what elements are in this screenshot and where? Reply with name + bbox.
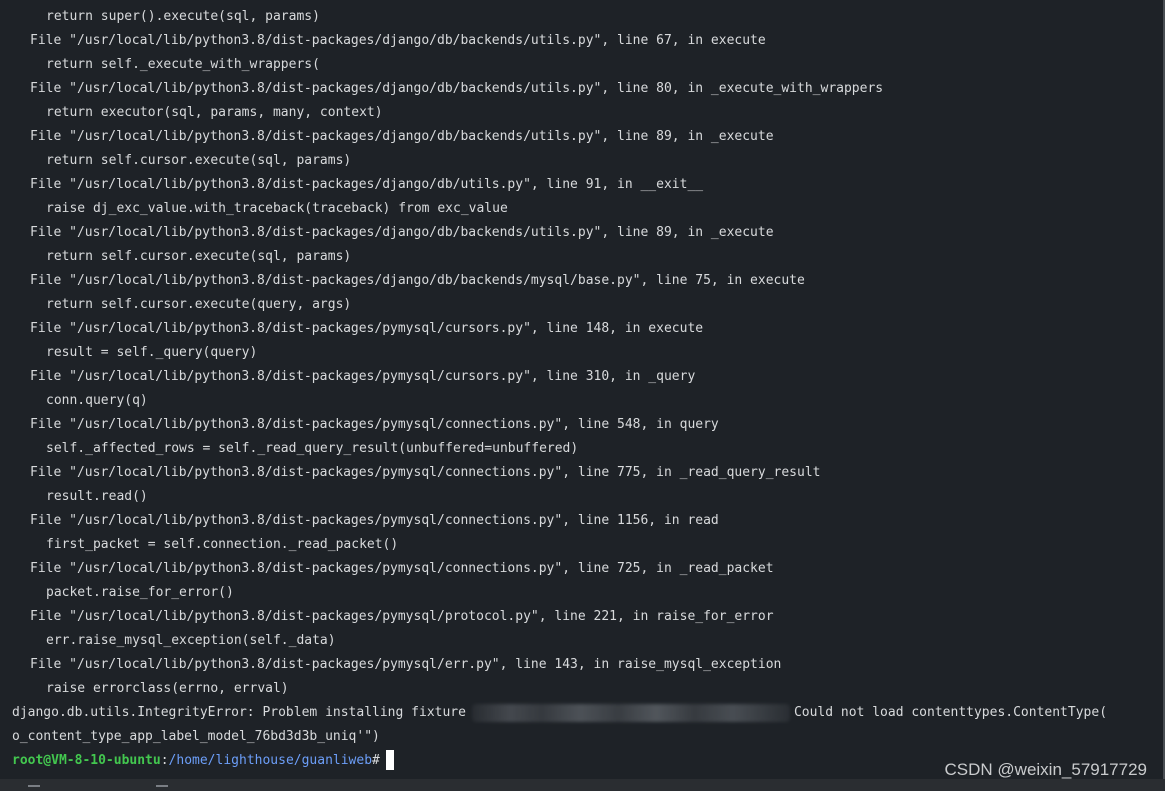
traceback-line: raise errorclass(errno, errval) — [46, 681, 289, 696]
traceback-line: File "/usr/local/lib/python3.8/dist-pack… — [30, 417, 719, 432]
traceback-line: File "/usr/local/lib/python3.8/dist-pack… — [30, 465, 821, 480]
terminal-output: return super().execute(sql, params) File… — [0, 5, 1163, 773]
bottom-strip — [0, 779, 1165, 791]
traceback-line: result.read() — [46, 489, 148, 504]
traceback-line: return self.cursor.execute(query, args) — [46, 297, 352, 312]
traceback-line: return self.cursor.execute(sql, params) — [46, 153, 352, 168]
traceback-line: return executor(sql, params, many, conte… — [46, 105, 383, 120]
traceback-line: File "/usr/local/lib/python3.8/dist-pack… — [30, 513, 719, 528]
prompt-symbol: # — [372, 753, 380, 768]
strip-mark-icon — [156, 785, 168, 787]
traceback-line: File "/usr/local/lib/python3.8/dist-pack… — [30, 81, 884, 96]
traceback-line: raise dj_exc_value.with_traceback(traceb… — [46, 201, 508, 216]
traceback-line: File "/usr/local/lib/python3.8/dist-pack… — [30, 225, 774, 240]
traceback-line: File "/usr/local/lib/python3.8/dist-pack… — [30, 33, 766, 48]
traceback-line: packet.raise_for_error() — [46, 585, 234, 600]
traceback-line: File "/usr/local/lib/python3.8/dist-pack… — [30, 657, 782, 672]
prompt-path: /home/lighthouse/guanliweb — [168, 753, 373, 768]
redacted-blur — [471, 703, 790, 722]
traceback-line: return super().execute(sql, params) — [46, 9, 320, 24]
traceback-line: File "/usr/local/lib/python3.8/dist-pack… — [30, 561, 774, 576]
traceback-line: result = self._query(query) — [46, 345, 258, 360]
terminal-window[interactable]: return super().execute(sql, params) File… — [0, 0, 1165, 779]
error-message-start: django.db.utils.IntegrityError: Problem … — [12, 705, 466, 720]
traceback-line: File "/usr/local/lib/python3.8/dist-pack… — [30, 129, 774, 144]
traceback-line: return self.cursor.execute(sql, params) — [46, 249, 352, 264]
traceback-line: File "/usr/local/lib/python3.8/dist-pack… — [30, 609, 774, 624]
traceback-line: conn.query(q) — [46, 393, 148, 408]
watermark: CSDN @weixin_57917729 — [944, 760, 1147, 779]
text-cursor[interactable] — [385, 749, 394, 770]
traceback-line: err.raise_mysql_exception(self._data) — [46, 633, 336, 648]
traceback-line: first_packet = self.connection._read_pac… — [46, 537, 399, 552]
strip-mark-icon — [28, 785, 40, 787]
traceback-line: File "/usr/local/lib/python3.8/dist-pack… — [30, 321, 704, 336]
error-message-end: Could not load contenttypes.ContentType( — [793, 705, 1108, 720]
prompt-user-host: root@VM-8-10-ubuntu — [12, 753, 161, 768]
traceback-line: File "/usr/local/lib/python3.8/dist-pack… — [30, 369, 696, 384]
traceback-line: File "/usr/local/lib/python3.8/dist-pack… — [30, 177, 704, 192]
traceback-line: return self._execute_with_wrappers( — [46, 57, 320, 72]
traceback-line: self._affected_rows = self._read_query_r… — [46, 441, 579, 456]
error-message-line: django.db.utils.IntegrityError: Problem … — [0, 701, 1163, 725]
prompt-colon: : — [160, 753, 169, 768]
traceback-line: File "/usr/local/lib/python3.8/dist-pack… — [30, 273, 805, 288]
error-message-continuation: o_content_type_app_label_model_76bd3d3b_… — [12, 729, 380, 744]
